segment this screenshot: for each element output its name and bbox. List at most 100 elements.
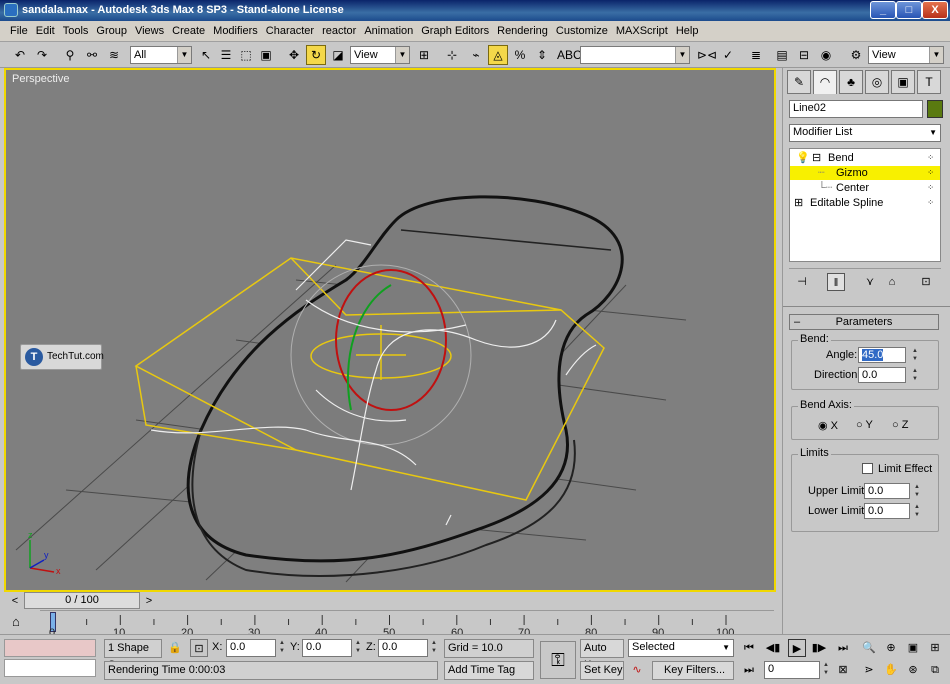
parameters-rollout[interactable]: – Parameters	[789, 314, 939, 330]
select-link-icon[interactable]: ⚲	[60, 45, 80, 65]
absolute-mode-icon[interactable]: ⊡	[190, 639, 208, 657]
curve-editor-icon[interactable]: ▤	[772, 45, 792, 65]
default-tangent-icon[interactable]: ∿	[628, 661, 646, 679]
modify-tab-icon[interactable]: ◠	[813, 70, 837, 94]
percent-snap-icon[interactable]: %	[510, 45, 530, 65]
make-unique-icon[interactable]: ⋎	[861, 273, 879, 291]
menu-maxscript[interactable]: MAXScript	[612, 21, 672, 42]
pan-icon[interactable]: ✋	[882, 661, 900, 679]
align-icon[interactable]: ✓	[718, 45, 738, 65]
show-end-result-icon[interactable]: ‖	[827, 273, 845, 291]
menu-reactor[interactable]: reactor	[318, 21, 360, 42]
next-key-icon[interactable]: ▮▶	[810, 639, 828, 657]
edit-named-sets-icon[interactable]: ABC	[556, 45, 582, 65]
select-by-name-icon[interactable]: ☰	[216, 45, 236, 65]
y-field[interactable]: 0.0	[302, 639, 352, 657]
menu-customize[interactable]: Customize	[552, 21, 612, 42]
bind-spacewarp-icon[interactable]: ≋	[104, 45, 124, 65]
snap-toggle-icon[interactable]: ⌁	[466, 45, 486, 65]
remove-modifier-icon[interactable]: ⌂	[883, 273, 901, 291]
motion-tab-icon[interactable]: ◎	[865, 70, 889, 94]
field-of-view-icon[interactable]: ⋗	[860, 661, 878, 679]
stack-item-editable-spline[interactable]: ⊞ Editable Spline ⁘	[790, 196, 940, 210]
reference-coord-dropdown[interactable]: View ▼	[350, 46, 410, 64]
upper-limit-spinner[interactable]: ▲ ▼	[912, 483, 922, 500]
window-crossing-icon[interactable]: ▣	[256, 45, 276, 65]
key-mode-dropdown[interactable]: Selected ▼	[628, 639, 734, 657]
axis-x-radio[interactable]: ◉ X	[818, 419, 838, 432]
redo-icon[interactable]: ↷	[32, 45, 52, 65]
maximize-viewport-icon[interactable]: ⧉	[926, 661, 944, 679]
add-time-tag-button[interactable]: Add Time Tag	[444, 661, 534, 680]
rect-region-icon[interactable]: ⬚	[236, 45, 256, 65]
named-selection-dropdown[interactable]: ▼	[580, 46, 690, 64]
angle-snap-icon[interactable]: ◬	[488, 45, 508, 65]
pivot-center-icon[interactable]: ⊞	[414, 45, 434, 65]
hierarchy-tab-icon[interactable]: ♣	[839, 70, 863, 94]
zoom-extents-all-icon[interactable]: ⊞	[926, 639, 944, 657]
render-scene-icon[interactable]: ⚙	[846, 45, 866, 65]
select-object-icon[interactable]: ↖	[196, 45, 216, 65]
z-field[interactable]: 0.0	[378, 639, 428, 657]
zoom-icon[interactable]: 🔍	[860, 639, 878, 657]
menu-file[interactable]: File	[6, 21, 32, 42]
menu-create[interactable]: Create	[168, 21, 209, 42]
set-key-icon[interactable]: ⚿	[540, 641, 576, 679]
current-frame-field[interactable]: 0	[764, 661, 820, 679]
axis-z-radio[interactable]: ○ Z	[892, 419, 908, 431]
direction-spinner[interactable]: ▲ ▼	[910, 367, 920, 384]
minimize-button[interactable]: _	[870, 1, 896, 19]
lock-icon[interactable]: 🔒	[166, 639, 184, 657]
prev-key-icon[interactable]: ◀▮	[764, 639, 782, 657]
mirror-icon[interactable]: ⊳⊲	[696, 45, 717, 65]
zoom-all-icon[interactable]: ⊕	[882, 639, 900, 657]
object-color-swatch[interactable]	[927, 100, 943, 118]
axis-y-radio[interactable]: ○ Y	[856, 419, 873, 431]
material-editor-icon[interactable]: ◉	[816, 45, 836, 65]
scale-icon[interactable]: ◪	[328, 45, 348, 65]
collapse-icon[interactable]: ⊟	[812, 151, 821, 165]
modifier-list-dropdown[interactable]: Modifier List ▼	[789, 124, 941, 142]
menu-rendering[interactable]: Rendering	[493, 21, 552, 42]
maxscript-listener-white[interactable]	[4, 659, 96, 677]
goto-start-icon[interactable]: ⏮	[740, 639, 758, 657]
display-tab-icon[interactable]: ▣	[891, 70, 915, 94]
set-key-button[interactable]: Set Key	[580, 661, 624, 680]
selection-filter-dropdown[interactable]: All ▼	[130, 46, 192, 64]
lower-limit-spinner[interactable]: ▲ ▼	[912, 503, 922, 520]
move-icon[interactable]: ✥	[284, 45, 304, 65]
rotate-icon[interactable]: ↻	[306, 45, 326, 65]
stack-item-bend[interactable]: 💡 ⊟ Bend ⁘	[790, 151, 940, 165]
key-mode-toggle-icon[interactable]: ⏭	[740, 661, 758, 679]
maximize-button[interactable]: □	[896, 1, 922, 19]
create-tab-icon[interactable]: ✎	[787, 70, 811, 94]
close-button[interactable]: X	[922, 1, 948, 19]
menu-modifiers[interactable]: Modifiers	[209, 21, 262, 42]
track-bar-icon[interactable]: ⌂	[12, 614, 20, 629]
menu-tools[interactable]: Tools	[59, 21, 93, 42]
time-config-icon[interactable]: ⊠	[834, 661, 852, 679]
y-spinner[interactable]: ▲ ▼	[353, 639, 363, 656]
upper-limit-field[interactable]: 0.0	[864, 483, 910, 499]
next-frame-icon[interactable]: >	[140, 592, 158, 610]
layer-manager-icon[interactable]: ≣	[746, 45, 766, 65]
play-icon[interactable]: ▶	[788, 639, 806, 657]
expand-icon[interactable]: ⊞	[794, 196, 803, 210]
undo-icon[interactable]: ↶	[10, 45, 30, 65]
menu-group[interactable]: Group	[92, 21, 131, 42]
current-frame-spinner[interactable]: ▲ ▼	[821, 661, 831, 678]
key-filters-button[interactable]: Key Filters...	[652, 661, 734, 680]
time-slider[interactable]: 0 / 100	[24, 592, 140, 609]
goto-end-icon[interactable]: ⏭	[834, 639, 852, 657]
stack-item-gizmo[interactable]: ┈ Gizmo ⁘	[790, 166, 940, 180]
angle-field[interactable]: 45.0	[858, 347, 906, 363]
z-spinner[interactable]: ▲ ▼	[429, 639, 439, 656]
menu-animation[interactable]: Animation	[360, 21, 417, 42]
manipulate-icon[interactable]: ⊹	[442, 45, 462, 65]
lightbulb-icon[interactable]: 💡	[796, 151, 810, 165]
track-bar[interactable]: 0 10 20 30 40 50 60 70 80 90 100	[40, 610, 774, 639]
x-field[interactable]: 0.0	[226, 639, 276, 657]
direction-field[interactable]: 0.0	[858, 367, 906, 383]
unlink-icon[interactable]: ⚯	[82, 45, 102, 65]
auto-key-button[interactable]: Auto Key	[580, 639, 624, 671]
